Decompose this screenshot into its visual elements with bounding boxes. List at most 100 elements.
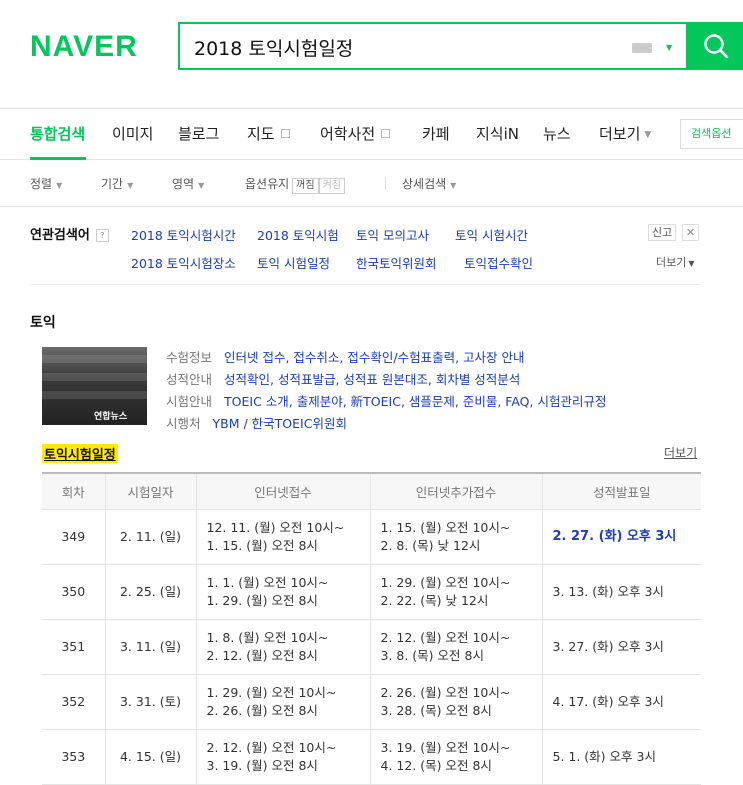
period-start: 1. 29. (월) 오전 10시~ <box>380 575 511 590</box>
tab-more[interactable]: 더보기 ▼ <box>599 123 651 144</box>
related-more-button[interactable]: 더보기 ▼ <box>656 254 695 270</box>
info-row: 성적안내 성적확인, 성적표발급, 성적표 원본대조, 회차별 성적분석 <box>166 369 520 388</box>
keyboard-icon[interactable] <box>632 43 652 53</box>
period-end: 3. 8. (목) 오전 8시 <box>380 648 484 663</box>
column-header: 인터넷접수 <box>195 472 370 510</box>
external-box-icon <box>280 129 290 138</box>
period-end: 4. 12. (목) 오전 8시 <box>380 758 492 773</box>
table-row: 350 2. 25. (일) 1. 1. (월) 오전 10시~ 1. 29. (… <box>42 564 701 620</box>
period-start: 1. 29. (월) 오전 10시~ <box>206 685 337 700</box>
period-end: 2. 22. (목) 낮 12시 <box>380 593 489 608</box>
option-keep-off[interactable]: 켜짐 <box>318 178 345 194</box>
option-keep-on[interactable]: 꺼짐 <box>292 178 319 194</box>
chevron-down-icon: ▼ <box>450 181 457 190</box>
registration-cell: 12. 11. (월) 오전 10시~ 1. 15. (월) 오전 8시 <box>195 509 370 565</box>
filter-detail-label: 상세검색 <box>402 177 447 191</box>
help-icon[interactable]: ? <box>95 229 109 242</box>
filter-detail[interactable]: 상세검색 ▼ <box>402 175 456 192</box>
section-title: 토익 <box>30 315 56 331</box>
search-input[interactable] <box>192 32 616 62</box>
round-cell: 351 <box>42 619 105 675</box>
chevron-down-icon: ▼ <box>688 259 695 268</box>
info-links[interactable]: 인터넷 접수, 접수취소, 접수확인/수험표출력, 고사장 안내 <box>224 350 525 365</box>
tab-integrated[interactable]: 통합검색 <box>30 123 85 144</box>
tab-dictionary[interactable]: 어학사전 <box>320 123 391 144</box>
column-header: 회차 <box>42 472 105 510</box>
result-date-cell: 3. 13. (화) 오후 3시 <box>541 564 701 620</box>
filter-option-keep: 옵션유지 꺼짐 켜짐 <box>245 175 345 194</box>
exam-date-cell: 3. 31. (토) <box>104 674 196 730</box>
related-label-text: 연관검색어 <box>30 228 90 243</box>
filter-area[interactable]: 영역 ▼ <box>172 175 204 192</box>
schedule-title[interactable]: 토익시험일정 <box>42 444 118 463</box>
report-button[interactable]: 신고 <box>648 224 677 241</box>
tab-blog[interactable]: 블로그 <box>178 123 219 144</box>
tab-kin[interactable]: 지식iN <box>476 123 519 144</box>
extra-registration-cell: 1. 29. (월) 오전 10시~ 2. 22. (목) 낮 12시 <box>369 564 542 620</box>
tab-map[interactable]: 지도 <box>247 123 290 144</box>
period-start: 1. 8. (월) 오전 10시~ <box>206 630 329 645</box>
info-links[interactable]: 성적확인, 성적표발급, 성적표 원본대조, 회차별 성적분석 <box>224 372 520 387</box>
search-button[interactable] <box>688 22 743 70</box>
round-cell: 353 <box>42 729 105 785</box>
round-cell: 349 <box>42 509 105 565</box>
period-end: 2. 12. (월) 오전 8시 <box>206 648 318 663</box>
extra-registration-cell: 1. 15. (월) 오전 10시~ 2. 8. (목) 낮 12시 <box>369 509 542 565</box>
related-link[interactable]: 토익 시험시간 <box>455 225 528 244</box>
result-date-cell: 5. 1. (화) 오후 3시 <box>541 729 701 785</box>
period-end: 3. 19. (월) 오전 8시 <box>206 758 318 773</box>
period-start: 2. 12. (월) 오전 10시~ <box>206 740 337 755</box>
result-date-cell: 4. 17. (화) 오후 3시 <box>541 674 701 730</box>
related-link[interactable]: 토익접수확인 <box>464 253 533 272</box>
related-link[interactable]: 2018 토익시험시간 <box>131 225 236 244</box>
related-link[interactable]: 토익 시험일정 <box>257 253 330 272</box>
column-header: 성적발표일 <box>541 472 701 510</box>
related-link[interactable]: 토익 모의고사 <box>356 225 429 244</box>
autocomplete-toggle-icon[interactable]: ▼ <box>666 43 672 52</box>
chevron-down-icon: ▼ <box>127 181 134 190</box>
tab-map-label: 지도 <box>247 125 275 143</box>
filter-bar: 정렬 ▼ 기간 ▼ 영역 ▼ 옵션유지 꺼짐 켜짐 상세검색 ▼ <box>0 160 743 207</box>
related-link[interactable]: 2018 토익시험장소 <box>131 253 236 272</box>
table-row: 352 3. 31. (토) 1. 29. (월) 오전 10시~ 2. 26. … <box>42 674 701 730</box>
close-icon[interactable]: ✕ <box>682 224 699 241</box>
related-more-label: 더보기 <box>656 256 687 269</box>
naver-logo[interactable]: NAVER <box>30 30 138 64</box>
result-date-cell: 3. 27. (화) 오후 3시 <box>541 619 701 675</box>
column-header: 인터넷추가접수 <box>369 472 542 510</box>
info-key: 수험정보 <box>166 350 213 365</box>
schedule-more-link[interactable]: 더보기 <box>664 444 697 461</box>
related-link[interactable]: 2018 토익시험 <box>257 225 339 244</box>
tab-news[interactable]: 뉴스 <box>543 123 571 144</box>
tab-images[interactable]: 이미지 <box>112 123 153 144</box>
info-links[interactable]: TOEIC 소개, 출제분야, 新TOEIC, 샘플문제, 준비물, FAQ, … <box>224 394 606 409</box>
exam-date-cell: 2. 25. (일) <box>104 564 196 620</box>
info-row: 시행처 YBM / 한국TOEIC위원회 <box>166 413 347 432</box>
info-links[interactable]: YBM / 한국TOEIC위원회 <box>213 416 347 431</box>
round-cell: 350 <box>42 564 105 620</box>
search-options-button[interactable]: 검색옵션 <box>680 119 743 149</box>
period-end: 1. 15. (월) 오전 8시 <box>206 538 318 553</box>
exam-hall-photo[interactable]: 연합뉴스 <box>42 347 147 425</box>
external-box-icon <box>381 129 391 138</box>
result-date-cell: 2. 27. (화) 오후 3시 <box>541 509 701 565</box>
info-row: 수험정보 인터넷 접수, 접수취소, 접수확인/수험표출력, 고사장 안내 <box>166 347 525 366</box>
period-start: 12. 11. (월) 오전 10시~ <box>206 520 345 535</box>
related-link[interactable]: 한국토익위원회 <box>356 253 437 272</box>
header: NAVER ▼ <box>0 0 743 100</box>
tab-cafe[interactable]: 카페 <box>422 123 450 144</box>
filter-sort-label: 정렬 <box>30 177 53 191</box>
filter-period[interactable]: 기간 ▼ <box>101 175 133 192</box>
round-cell: 352 <box>42 674 105 730</box>
period-end: 2. 26. (월) 오전 8시 <box>206 703 318 718</box>
registration-cell: 1. 29. (월) 오전 10시~ 2. 26. (월) 오전 8시 <box>195 674 370 730</box>
table-row: 349 2. 11. (일) 12. 11. (월) 오전 10시~ 1. 15.… <box>42 509 701 565</box>
extra-registration-cell: 2. 12. (월) 오전 10시~ 3. 8. (목) 오전 8시 <box>369 619 542 675</box>
search-icon <box>704 34 729 59</box>
divider <box>385 177 386 190</box>
info-key: 성적안내 <box>166 372 213 387</box>
column-header: 시험일자 <box>104 472 196 510</box>
option-keep-label: 옵션유지 <box>245 177 290 191</box>
filter-sort[interactable]: 정렬 ▼ <box>30 175 62 192</box>
search-tabs: 통합검색 이미지 블로그 지도 어학사전 카페 지식iN 뉴스 더보기 ▼ 검색옵… <box>0 108 743 160</box>
